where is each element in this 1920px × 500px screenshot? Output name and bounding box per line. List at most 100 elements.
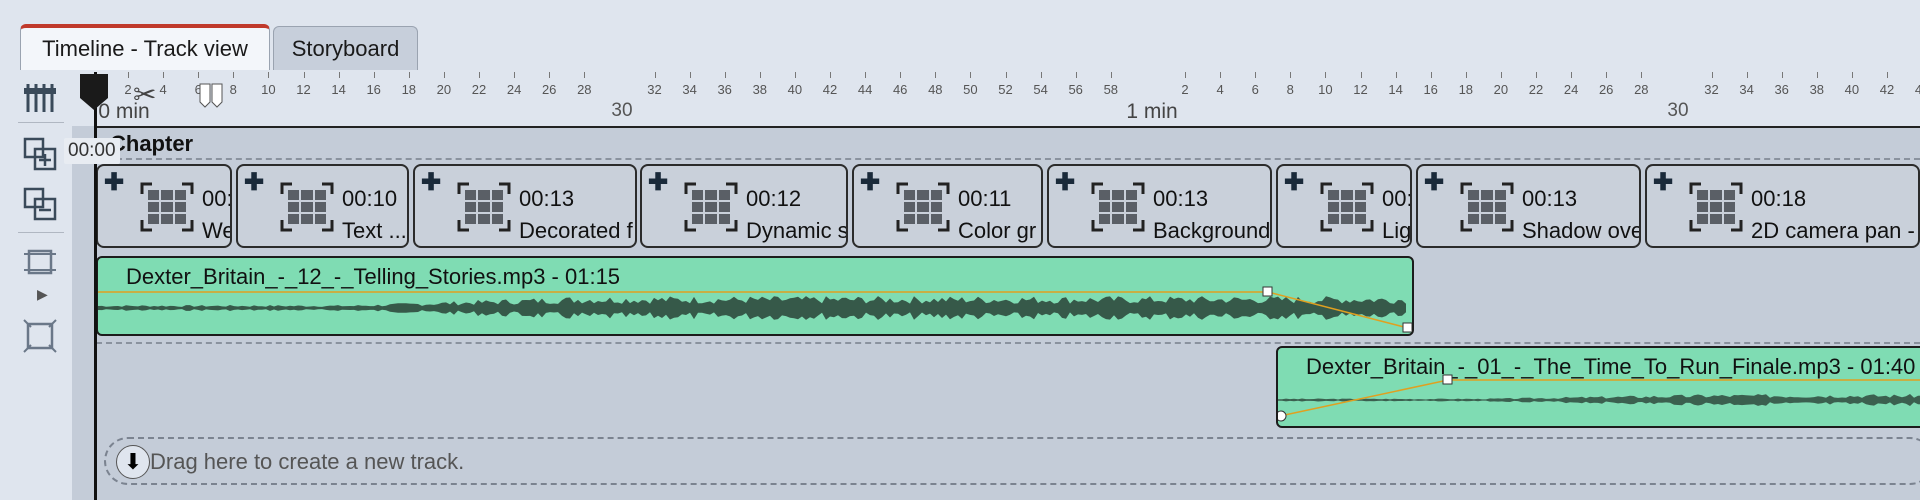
clip-duration: 00:10 [342,186,398,211]
chapter-separator [96,158,1920,160]
chapter-clip[interactable]: ✚ 00:18 2D camera pan - [1645,164,1920,248]
add-transition-icon[interactable]: ✚ [104,168,124,197]
clip-name: We [202,218,232,243]
ruler-tick-label: 18 [1458,82,1474,97]
waveform-1 [98,286,1412,333]
add-transition-icon[interactable]: ✚ [1055,168,1075,197]
ruler-tick-label: 8 [229,82,237,97]
ruler-tick-label: 16 [366,82,381,97]
add-transition-icon[interactable]: ✚ [1284,168,1304,197]
chapter-clip[interactable]: ✚ 00: We [96,164,232,248]
ruler-tick [865,72,867,78]
ruler-tick-label: 58 [1103,82,1119,97]
ruler-tick-label: 34 [682,82,697,97]
ruler-label-30b: 30 [1667,100,1689,121]
add-transition-icon[interactable]: ✚ [1424,168,1444,197]
add-transition-icon[interactable]: ✚ [244,168,264,197]
clip-duration: 00:11 [958,186,1012,211]
add-transition-icon[interactable]: ✚ [421,168,441,197]
ruler-tick-label: 10 [1318,82,1333,97]
clip-name: 2D camera pan - [1751,218,1915,243]
down-arrow-icon: ⬇ [116,445,150,479]
ruler-tick [1325,72,1327,78]
ruler-tick [408,72,410,78]
ruler-tick-label: 22 [471,82,487,97]
ruler-tick [1290,72,1292,78]
ruler-tick-label: 44 [857,82,873,97]
clip-name: Background [1153,218,1271,243]
clip-duration: 00: [1382,186,1412,211]
ruler-tick [1395,72,1397,78]
image-thumbnail-icon [896,182,950,232]
add-transition-icon[interactable]: ✚ [1653,168,1673,197]
ruler-tick-label: 4 [1216,82,1224,97]
ruler-tick [233,72,235,78]
ruler-tick-label: 40 [787,82,803,97]
add-transition-icon[interactable]: ✚ [648,168,668,197]
time-ruler[interactable]: 0 min 30 1 min 30 2 4 6 8 10 12 14 16 18 20 22 24 26… [72,72,1920,127]
ruler-tick-label: 2 [1181,82,1189,97]
ruler-tick [1040,72,1042,78]
ruler-tick [759,72,761,78]
tool-panel: ▶ [0,72,73,500]
image-thumbnail-icon [457,182,511,232]
chapter-clip[interactable]: ✚ 00:13 Decorated f [413,164,637,248]
marker-icon[interactable] [196,82,226,108]
ruler-tick [1360,72,1362,78]
chapter-clip[interactable]: ✚ 00:12 Dynamic s [640,164,848,248]
scissors-icon[interactable]: ✂ [133,78,156,111]
clip-name: Shadow ove [1522,218,1641,243]
expand-arrow-icon[interactable]: ▶ [37,286,48,303]
ruler-tick [689,72,691,78]
ruler-tick-label: 6 [1251,82,1259,97]
chapter-clip[interactable]: ✚ 00:13 Background [1047,164,1272,248]
ruler-tick-label: 4 [159,82,167,97]
ruler-tick [1005,72,1007,78]
ruler-tick-label: 56 [1068,82,1083,97]
chapter-clip[interactable]: ✚ 00:13 Shadow ove [1416,164,1641,248]
crop-icon[interactable] [20,242,60,282]
audio-clip-2[interactable]: Dexter_Britain_-_01_-_The_Time_To_Run_Fi… [1276,346,1920,428]
ruler-tick-label: 14 [1388,82,1403,97]
ruler-tick-label: 2 [124,82,132,97]
ruler-tick [1746,72,1748,78]
ruler-tick [830,72,831,78]
ruler-tick-label: 20 [436,82,452,97]
chapter-clip[interactable]: ✚ 00: Lig [1276,164,1412,248]
ruler-tick [1465,72,1467,78]
ruler-tick-label: 14 [331,82,346,97]
ruler-tick [338,72,340,78]
ruler-tick [970,72,972,78]
tab-storyboard[interactable]: Storyboard [273,26,418,70]
ruler-tick [479,72,480,78]
ruler-tick-label: 28 [1634,82,1649,97]
ruler-tick-label: 48 [928,82,943,97]
ruler-tick-label: 24 [506,82,522,97]
tracks-icon[interactable] [20,78,60,118]
ruler-tick [373,72,375,78]
new-track-dropzone[interactable]: ⬇ Drag here to create a new track. [104,437,1920,485]
ruler-tick [303,72,305,78]
clip-name: Dynamic s [746,218,848,243]
clip-duration: 00:13 [1153,186,1209,211]
chapter-clip[interactable]: ✚ 00:10 Text ... [236,164,409,248]
clip-duration: 00:12 [746,186,802,211]
add-transition-icon[interactable]: ✚ [860,168,880,197]
chapter-label: Chapter [110,131,194,156]
frame-icon[interactable] [20,316,60,356]
clip-duration: 00:13 [519,186,575,211]
image-thumbnail-icon [1460,182,1514,232]
add-chapter-icon[interactable] [20,134,60,174]
tab-timeline-track-view[interactable]: Timeline - Track view [20,24,270,70]
ruler-tick [584,72,586,78]
audio-clip-1[interactable]: Dexter_Britain_-_12_-_Telling_Stories.mp… [96,256,1414,336]
chapter-top-border [96,126,1920,128]
ruler-tick-label: 8 [1286,82,1294,97]
playhead-line[interactable] [94,72,97,500]
ruler-tick [794,72,796,78]
remove-chapter-icon[interactable] [20,184,60,224]
playhead-handle-icon[interactable] [78,72,112,112]
ruler-tick [1606,72,1608,78]
chapter-clip[interactable]: ✚ 00:11 Color gr [852,164,1043,248]
ruler-tick-label: 42 [1879,82,1895,97]
